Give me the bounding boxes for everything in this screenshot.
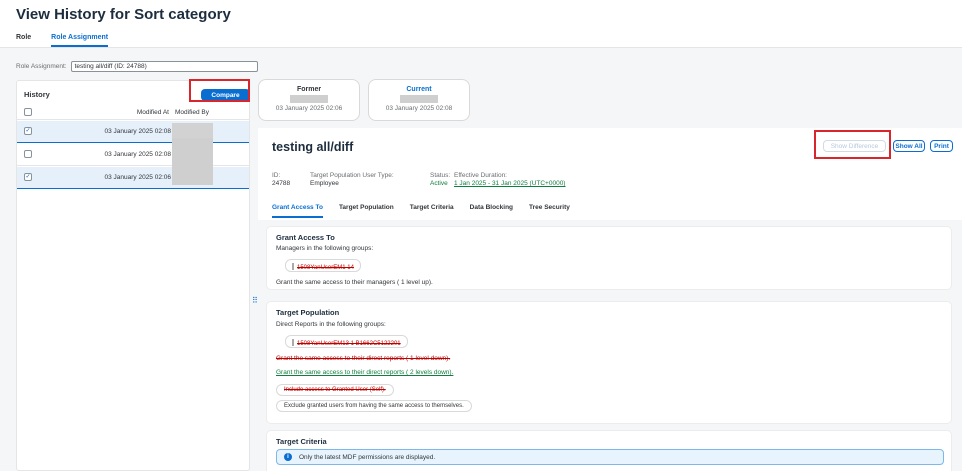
tab-tree-security[interactable]: Tree Security (529, 204, 570, 218)
object-title: testing all/diff (272, 140, 354, 154)
grant-access-same-access: Grant the same access to their managers … (276, 279, 433, 286)
role-assignment-row: Role Assignment: testing all/diff (ID: 2… (16, 61, 258, 72)
attr-eff-label: Effective Duration: (454, 172, 507, 179)
exclude-self-pill: Exclude granted users from having the sa… (276, 400, 472, 412)
new-direct-reports-line: Grant the same access to their direct re… (276, 369, 454, 376)
attr-tpu-label: Target Population User Type: (310, 172, 394, 179)
print-button[interactable]: Print (930, 140, 953, 152)
old-direct-reports-line: Grant the same access to their direct re… (276, 355, 451, 362)
grant-access-title: Grant Access To (276, 233, 335, 242)
grant-access-group-token: 1508YanUserEM1 14 (285, 259, 361, 272)
tab-data-blocking[interactable]: Data Blocking (470, 204, 513, 218)
attr-id: ID: 24788 (272, 172, 290, 188)
current-card[interactable]: Current 03 January 2025 02:08 (368, 79, 470, 121)
show-all-button[interactable]: Show All (893, 140, 925, 152)
row-checkbox[interactable]: ✓ (24, 127, 32, 135)
target-criteria-section: Target Criteria i Only the latest MDF pe… (266, 430, 952, 471)
attr-eff-value: 1 Jan 2025 - 31 Jan 2025 (UTC+0000) (454, 180, 566, 187)
former-date: 03 January 2025 02:06 (275, 105, 343, 112)
history-title: History (24, 90, 50, 99)
main-content: testing all/diff Show Difference Show Al… (258, 128, 962, 471)
grant-access-subtitle: Managers in the following groups: (276, 245, 374, 252)
current-date: 03 January 2025 02:08 (385, 105, 453, 112)
grant-access-group: 1508YanUserEM1 14 (297, 265, 354, 271)
history-row[interactable]: ✓ 03 January 2025 02:06 (17, 167, 249, 189)
attr-effective-duration: Effective Duration: 1 Jan 2025 - 31 Jan … (454, 172, 565, 188)
history-table-header: Modified At Modified By (17, 104, 249, 120)
info-message-strip: i Only the latest MDF permissions are di… (276, 449, 944, 465)
page-header: View History for Sort category Role Role… (0, 0, 962, 48)
section-tabs: Grant Access To Target Population Target… (272, 204, 586, 218)
target-criteria-title: Target Criteria (276, 437, 327, 446)
current-redacted (400, 95, 438, 103)
tab-target-criteria[interactable]: Target Criteria (410, 204, 454, 218)
col-modified-by[interactable]: Modified By (175, 109, 209, 116)
page-title: View History for Sort category (16, 6, 231, 23)
history-row[interactable]: ✓ 03 January 2025 02:08 (17, 121, 249, 143)
role-assignment-label: Role Assignment: (16, 63, 67, 70)
tab-target-population[interactable]: Target Population (339, 204, 394, 218)
row-modified-at: 03 January 2025 02:06 (104, 174, 172, 181)
former-redacted (290, 95, 328, 103)
attr-id-label: ID: (272, 172, 281, 179)
select-all-checkbox[interactable] (24, 108, 32, 116)
tab-role[interactable]: Role (16, 34, 31, 47)
row-checkbox[interactable] (24, 150, 32, 158)
tab-role-assignment[interactable]: Role Assignment (51, 34, 109, 47)
attr-status: Status: Active (430, 172, 450, 188)
attr-id-value: 24788 (272, 180, 291, 187)
history-panel: History Compare Modified At Modified By … (16, 80, 250, 471)
info-message: Only the latest MDF permissions are disp… (299, 454, 436, 461)
compare-highlight-box (189, 79, 250, 102)
top-tab-bar: Role Role Assignment (16, 34, 109, 47)
row-modified-at: 03 January 2025 02:08 (104, 151, 172, 158)
current-title: Current (406, 86, 432, 93)
row-checkbox[interactable]: ✓ (24, 173, 32, 181)
former-card[interactable]: Former 03 January 2025 02:06 (258, 79, 360, 121)
attr-status-value: Active (430, 180, 448, 187)
row-modified-at: 03 January 2025 02:08 (104, 128, 172, 135)
include-self-pill: Include access to Granted User (Self). (276, 384, 394, 396)
modified-by-redacted (172, 138, 213, 185)
attr-target-population-user-type: Target Population User Type: Employee (310, 172, 394, 188)
former-title: Former (296, 86, 322, 93)
history-row[interactable]: 03 January 2025 02:08 (17, 144, 249, 166)
show-difference-highlight-box (814, 130, 891, 159)
target-population-section: Target Population Direct Reports in the … (266, 301, 952, 424)
target-population-subtitle: Direct Reports in the following groups: (276, 321, 386, 328)
target-population-group: 1508YanUserEM13 1 B1662C5122201 (297, 341, 401, 347)
grant-access-section: Grant Access To Managers in the followin… (266, 226, 952, 290)
attr-status-label: Status: (430, 172, 451, 179)
role-assignment-field[interactable]: testing all/diff (ID: 24788) (70, 61, 258, 72)
splitter-handle[interactable]: ⠿ (252, 296, 258, 305)
attr-tpu-value: Employee (310, 180, 339, 187)
info-icon: i (284, 453, 292, 461)
tab-grant-access-to[interactable]: Grant Access To (272, 204, 323, 218)
target-population-title: Target Population (276, 308, 340, 317)
target-population-group-token: 1508YanUserEM13 1 B1662C5122201 (285, 335, 408, 348)
col-modified-at[interactable]: Modified At (117, 109, 169, 116)
